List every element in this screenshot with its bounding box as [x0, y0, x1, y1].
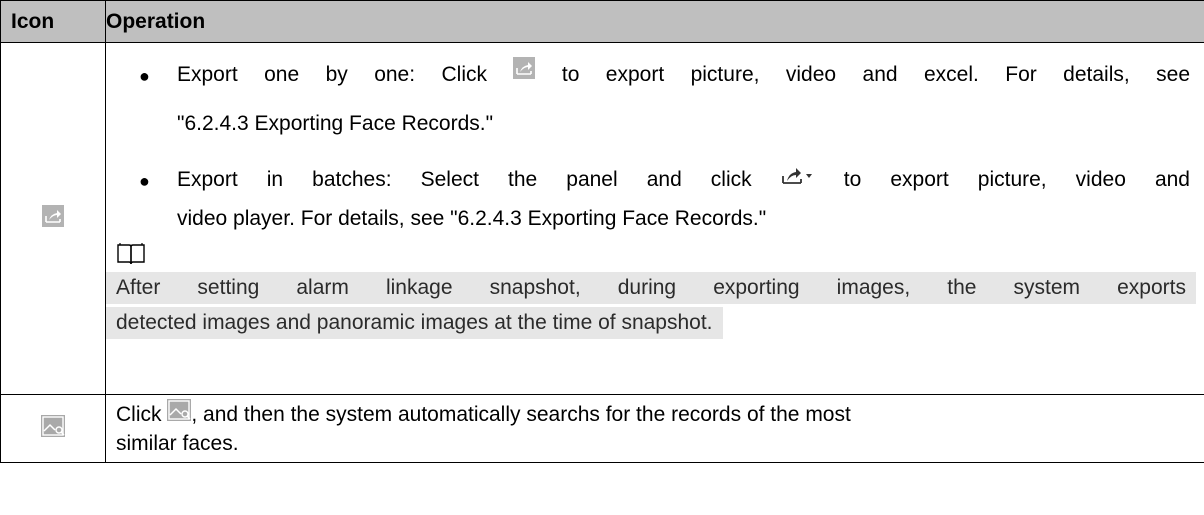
bullet1-text-post: to export picture, video and excel. For … — [561, 63, 1191, 86]
note-text-line1: After setting alarm linkage snapshot, du… — [106, 272, 1196, 304]
bullet-dot-icon: ● — [139, 171, 150, 191]
row-search-operation-cell: Click , and then the system automaticall… — [105, 394, 1204, 463]
bullet-item-export-one: ● Export one by one: Click to export pic… — [106, 50, 1204, 148]
table-row-export: ● Export one by one: Click to export pic… — [0, 42, 1204, 395]
export-icon — [513, 57, 536, 80]
table-header-row: Icon Operation — [0, 0, 1204, 43]
bullet2-text-post: to export picture, video and — [843, 168, 1190, 191]
operation-table: Icon Operation ● Export one by one: Clic… — [0, 0, 1204, 463]
row-operation-cell: ● Export one by one: Click to export pic… — [105, 42, 1204, 395]
note-row — [106, 238, 1204, 272]
bullet1-text-line2: "6.2.4.3 Exporting Face Records." — [177, 112, 494, 135]
row-icon-cell — [0, 42, 106, 395]
search-text-post: , and then the system automatically sear… — [191, 402, 851, 426]
bullet-dot-icon: ● — [139, 66, 150, 86]
image-search-icon — [41, 415, 65, 437]
header-operation: Operation — [105, 0, 1204, 43]
bullet2-text-line2: video player. For details, see "6.2.4.3 … — [177, 207, 767, 230]
search-text-line1: Click , and then the system automaticall… — [106, 398, 1204, 429]
bullet2-text-pre: Export in batches: Select the panel and … — [177, 168, 781, 191]
search-text-pre: Click — [116, 402, 168, 426]
export-icon — [42, 205, 64, 227]
row-icon-cell — [0, 394, 106, 463]
image-search-icon — [167, 398, 192, 421]
export-dropdown-icon — [781, 168, 812, 185]
bullet1-text-pre: Export one by one: Click — [177, 63, 514, 86]
note-text-line2: detected images and panoramic images at … — [106, 307, 723, 339]
bullet-item-export-batch: ● Export in batches: Select the panel an… — [106, 155, 1204, 238]
header-icon: Icon — [0, 0, 106, 43]
search-text-line2: similar faces. — [116, 431, 239, 455]
table-row-search: Click , and then the system automaticall… — [0, 394, 1204, 463]
book-note-icon — [117, 243, 145, 265]
